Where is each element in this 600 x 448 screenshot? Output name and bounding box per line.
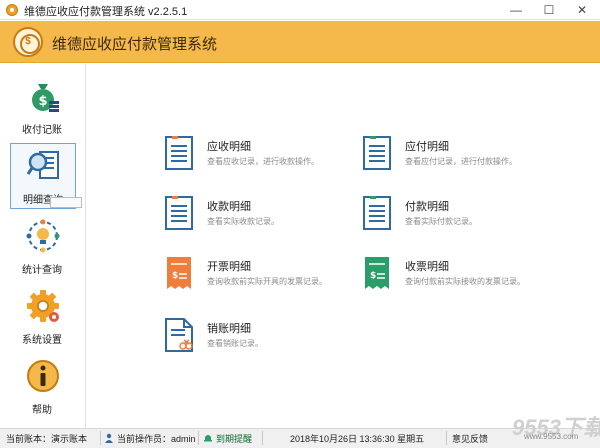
card-title: 付款明细 (405, 201, 449, 213)
logo-glyph: $ (25, 36, 31, 47)
svg-text:$: $ (370, 271, 376, 281)
bell-icon (204, 435, 212, 442)
maximize-button[interactable]: ☐ (533, 0, 565, 20)
card-title: 销账明细 (207, 323, 251, 335)
sidebar-item-settings[interactable]: 系统设置 (10, 284, 76, 350)
app-icon (6, 4, 18, 16)
document-list-icon (363, 196, 391, 230)
card-receivable-detail[interactable]: 应收明细 查看应收记录，进行收款操作。 (165, 134, 345, 176)
app-title: 维德应收应付款管理系统 (52, 36, 218, 53)
card-writeoff-detail[interactable]: 销账明细 查看销账记录。 (165, 316, 345, 358)
sidebar-item-label: 帮助 (32, 405, 52, 416)
card-payable-detail[interactable]: 应付明细 查看应付记录，进行付款操作。 (363, 134, 543, 176)
sidebar-item-label: 收付记账 (22, 125, 62, 136)
invoice-orange-icon: $ (167, 257, 191, 289)
main-panel: 应收明细 查看应收记录，进行收款操作。 应付明细 查看应付记录，进行付款操作。 … (87, 64, 600, 428)
tooltip (50, 197, 82, 208)
sidebar-item-label: 系统设置 (22, 335, 62, 346)
card-description: 查询收款前实际开具的发票记录。 (207, 277, 327, 286)
writeoff-document-icon (165, 318, 193, 352)
card-invoice-issued-detail[interactable]: $ 开票明细 查询收款前实际开具的发票记录。 (165, 254, 345, 296)
document-list-icon (363, 136, 391, 170)
status-operator: 当前操作员：admin (117, 434, 196, 444)
card-title: 收款明细 (207, 201, 251, 213)
magnifier-document-icon (26, 151, 59, 179)
invoice-green-icon: $ (365, 257, 389, 289)
lightbulb-chart-icon (26, 219, 60, 253)
status-bar: 当前账本：演示账本 当前操作员：admin 到期提醒 2018年10月26日 1… (0, 428, 600, 448)
card-description: 查询付款前实际接收的发票记录。 (405, 277, 525, 286)
svg-text:$: $ (172, 271, 178, 281)
sidebar-item-statistics[interactable]: 统计查询 (10, 214, 76, 280)
card-invoice-received-detail[interactable]: $ 收票明细 查询付款前实际接收的发票记录。 (363, 254, 543, 296)
card-description: 查看应付记录，进行付款操作。 (405, 157, 517, 166)
card-title: 应收明细 (207, 141, 251, 153)
card-title: 收票明细 (405, 261, 449, 273)
card-description: 查看实际付款记录。 (405, 217, 477, 226)
app-header: $ 维德应收应付款管理系统 (0, 21, 600, 63)
coin-logo-icon: $ (13, 27, 43, 57)
info-icon (27, 360, 59, 392)
status-divider (262, 431, 263, 445)
card-description: 查看应收记录，进行收款操作。 (207, 157, 319, 166)
sidebar-item-help[interactable]: 帮助 (10, 354, 76, 420)
document-list-icon (165, 136, 193, 170)
money-bag-icon: $ (32, 84, 59, 112)
card-title: 应付明细 (405, 141, 449, 153)
gear-icon (27, 290, 59, 322)
status-divider (198, 431, 199, 445)
sidebar: $ 收付记账 明细查询 统计查询 系统设置 帮助 (0, 64, 86, 428)
status-account: 当前账本：演示账本 (6, 434, 88, 444)
feedback-link[interactable]: 意见反馈 (452, 432, 488, 445)
card-description: 查看销账记录。 (207, 339, 263, 348)
card-receipt-detail[interactable]: 收款明细 查看实际收款记录。 (165, 194, 345, 236)
minimize-button[interactable]: — (500, 0, 532, 20)
expiry-reminder-link[interactable]: 到期提醒 (216, 432, 252, 445)
status-divider (446, 431, 447, 445)
close-button[interactable]: ✕ (566, 0, 598, 20)
sidebar-item-bookkeeping[interactable]: $ 收付记账 (10, 74, 76, 140)
user-icon (105, 433, 113, 443)
document-list-icon (165, 196, 193, 230)
window-title: 维德应收应付款管理系统 v2.2.5.1 (24, 6, 188, 18)
status-divider (100, 431, 101, 445)
sidebar-item-label: 统计查询 (22, 265, 62, 276)
svg-text:$: $ (38, 94, 47, 109)
card-description: 查看实际收款记录。 (207, 217, 279, 226)
card-payment-detail[interactable]: 付款明细 查看实际付款记录。 (363, 194, 543, 236)
status-datetime: 2018年10月26日 13:36:30 星期五 (290, 434, 425, 444)
watermark-url: www.9553.com (524, 432, 579, 441)
title-bar: 维德应收应付款管理系统 v2.2.5.1 — ☐ ✕ (0, 0, 600, 20)
card-title: 开票明细 (207, 261, 251, 273)
